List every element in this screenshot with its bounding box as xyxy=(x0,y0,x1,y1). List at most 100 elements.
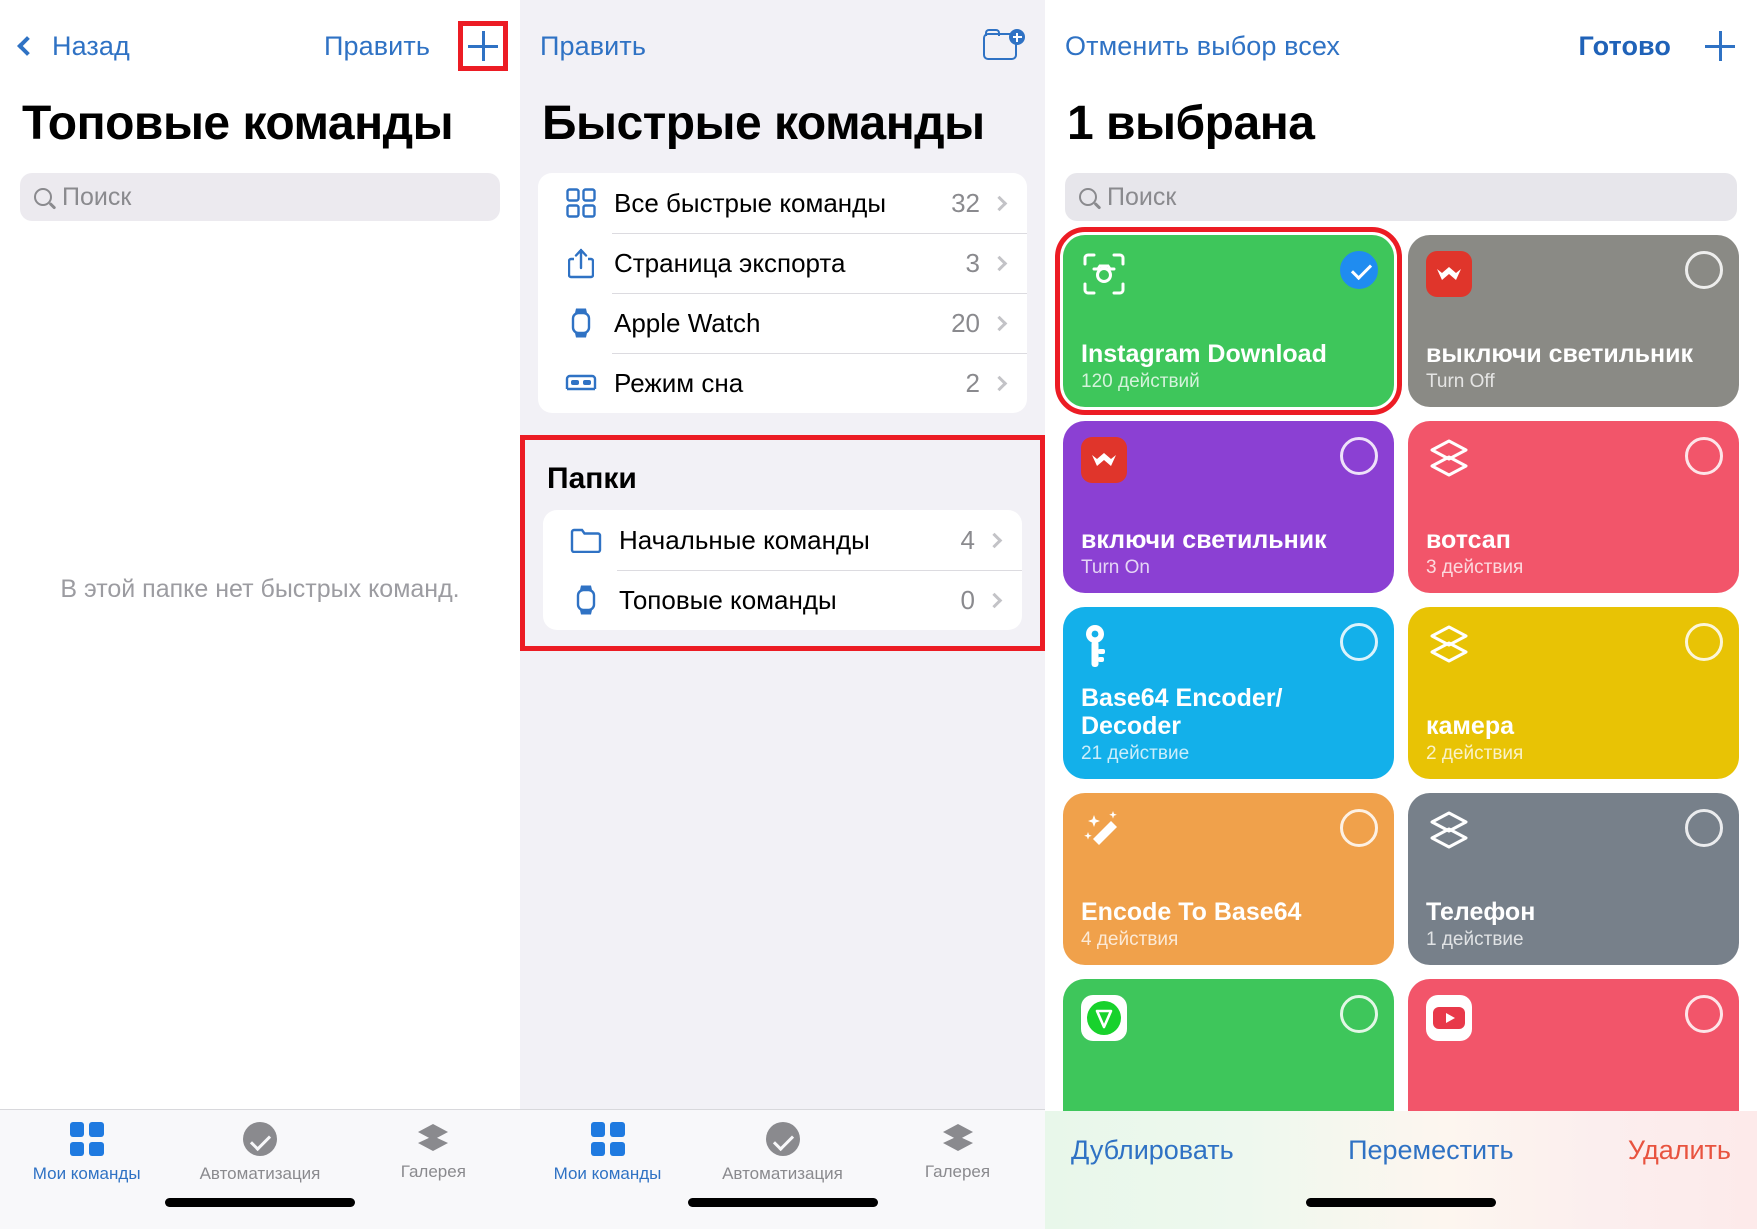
tab-my-shortcuts[interactable]: Мои команды xyxy=(520,1122,695,1229)
search-icon xyxy=(1079,188,1097,206)
layers-icon xyxy=(1426,623,1472,669)
list-item-count: 0 xyxy=(960,584,975,615)
selection-circle[interactable] xyxy=(1340,623,1378,661)
selection-checkmark[interactable] xyxy=(1340,251,1378,289)
list-item[interactable]: Все быстрые команды 32 xyxy=(538,173,1027,233)
tab-label: Автоматизация xyxy=(722,1164,843,1183)
tab-label: Галерея xyxy=(400,1162,466,1181)
tab-automation[interactable]: Автоматизация xyxy=(695,1122,870,1229)
stack-icon xyxy=(940,1122,976,1154)
new-folder-icon[interactable] xyxy=(983,29,1025,63)
folders-list-group: Начальные команды 4 Топовые команды 0 xyxy=(543,510,1022,630)
tab-label: Автоматизация xyxy=(199,1164,321,1183)
edit-button[interactable]: Править xyxy=(540,31,646,62)
list-item-label: Все быстрые команды xyxy=(614,187,887,218)
card-title: выключи светильник xyxy=(1426,340,1694,368)
duplicate-button[interactable]: Дублировать xyxy=(1071,1135,1234,1166)
selection-circle[interactable] xyxy=(1340,437,1378,475)
brave-icon xyxy=(1081,995,1127,1041)
selection-circle[interactable] xyxy=(1340,809,1378,847)
tabbar-panel2: Мои команды Автоматизация Галерея xyxy=(520,1109,1045,1229)
card-title: Телефон xyxy=(1426,898,1536,926)
bed-icon xyxy=(558,371,604,395)
back-button[interactable]: Назад xyxy=(17,30,130,62)
tab-label: Галерея xyxy=(924,1162,991,1181)
list-item-count: 4 xyxy=(960,524,975,555)
search-field[interactable]: Поиск xyxy=(20,173,500,221)
card-title: Encode To Base64 xyxy=(1081,898,1302,926)
tab-label: Мои команды xyxy=(32,1164,141,1183)
folders-section-highlighted: Папки Начальные команды 4 Топовые команд… xyxy=(520,435,1045,651)
clock-icon xyxy=(765,1122,800,1156)
shortcut-card-turn-on-lamp[interactable]: включи светильник Turn On xyxy=(1063,421,1394,593)
grid-icon xyxy=(558,188,604,218)
shortcut-card-base64-encoder-decoder[interactable]: Base64 Encoder/ Decoder 21 действие xyxy=(1063,607,1394,779)
layers-icon xyxy=(1426,809,1472,855)
chevron-right-icon xyxy=(986,532,1003,548)
selection-circle[interactable] xyxy=(1340,995,1378,1033)
shortcut-card-whatsapp[interactable]: вотсап 3 действия xyxy=(1408,421,1739,593)
watch-icon xyxy=(563,584,609,616)
list-item-label: Топовые команды xyxy=(619,584,837,615)
magic-wand-icon xyxy=(1081,809,1127,855)
list-item-label: Apple Watch xyxy=(614,307,761,338)
grid-icon xyxy=(69,1122,104,1156)
selection-circle[interactable] xyxy=(1685,623,1723,661)
chevron-right-icon xyxy=(991,255,1008,271)
edit-button[interactable]: Править xyxy=(324,31,430,62)
list-item-count: 20 xyxy=(951,307,980,338)
clock-icon xyxy=(242,1122,277,1156)
grid-icon xyxy=(590,1122,625,1156)
shortcut-card-instagram-download[interactable]: Instagram Download 120 действий xyxy=(1055,227,1402,415)
done-button[interactable]: Готово xyxy=(1579,31,1671,62)
list-item[interactable]: Страница экспорта 3 xyxy=(538,233,1027,293)
selection-circle[interactable] xyxy=(1685,995,1723,1033)
card-subtitle: 1 действие xyxy=(1426,929,1524,950)
chevron-right-icon xyxy=(991,195,1008,211)
delete-button[interactable]: Удалить xyxy=(1628,1135,1731,1166)
shortcut-card-phone[interactable]: Телефон 1 действие xyxy=(1408,793,1739,965)
deselect-all-button[interactable]: Отменить выбор всех xyxy=(1065,31,1340,62)
list-item-count: 2 xyxy=(965,367,980,398)
watch-icon xyxy=(558,307,604,339)
tab-gallery[interactable]: Галерея xyxy=(870,1122,1045,1229)
chevron-right-icon xyxy=(991,315,1008,331)
tab-my-shortcuts[interactable]: Мои команды xyxy=(0,1122,173,1229)
add-shortcut-button[interactable] xyxy=(458,21,508,71)
shortcut-card-turn-off-lamp[interactable]: выключи светильник Turn Off xyxy=(1408,235,1739,407)
list-item-label: Режим сна xyxy=(614,367,744,398)
search-placeholder: Поиск xyxy=(62,182,132,211)
shortcut-card-camera[interactable]: камера 2 действия xyxy=(1408,607,1739,779)
stack-icon xyxy=(415,1122,451,1154)
search-field[interactable]: Поиск xyxy=(1065,173,1737,221)
list-item[interactable]: Apple Watch 20 xyxy=(538,293,1027,353)
selection-circle[interactable] xyxy=(1685,809,1723,847)
search-placeholder: Поиск xyxy=(1107,182,1177,211)
selection-action-toolbar: Дублировать Переместить Удалить xyxy=(1045,1111,1757,1229)
selection-circle[interactable] xyxy=(1685,251,1723,289)
list-item[interactable]: Топовые команды 0 xyxy=(543,570,1022,630)
card-subtitle: 21 действие xyxy=(1081,743,1190,764)
list-item[interactable]: Режим сна 2 xyxy=(538,353,1027,413)
tabbar-panel1: Мои команды Автоматизация Галерея xyxy=(0,1109,520,1229)
list-item[interactable]: Начальные команды 4 xyxy=(543,510,1022,570)
add-shortcut-button[interactable] xyxy=(1703,29,1737,63)
stack-glyph xyxy=(418,1124,449,1151)
shortcut-card-encode-to-base64[interactable]: Encode To Base64 4 действия xyxy=(1063,793,1394,965)
phone-screen-shortcuts-root: Править Быстрые команды Все быстрые кома… xyxy=(520,0,1045,1229)
tab-gallery[interactable]: Галерея xyxy=(347,1122,520,1229)
card-title: Base64 Encoder/ Decoder xyxy=(1081,684,1283,740)
selection-circle[interactable] xyxy=(1685,437,1723,475)
selection-count-title: 1 выбрана xyxy=(1067,97,1315,150)
page-title: Топовые команды xyxy=(22,97,454,150)
layers-icon xyxy=(1426,437,1472,483)
camera-frame-icon xyxy=(1081,251,1127,297)
card-subtitle: 120 действий xyxy=(1081,371,1200,392)
move-button[interactable]: Переместить xyxy=(1348,1135,1513,1166)
chevron-left-icon xyxy=(17,36,37,56)
navbar-panel3: Отменить выбор всех Готово xyxy=(1045,0,1757,92)
tab-automation[interactable]: Автоматизация xyxy=(173,1122,346,1229)
chevron-right-icon xyxy=(991,375,1008,391)
list-item-count: 3 xyxy=(965,247,980,278)
back-label: Назад xyxy=(52,30,130,61)
